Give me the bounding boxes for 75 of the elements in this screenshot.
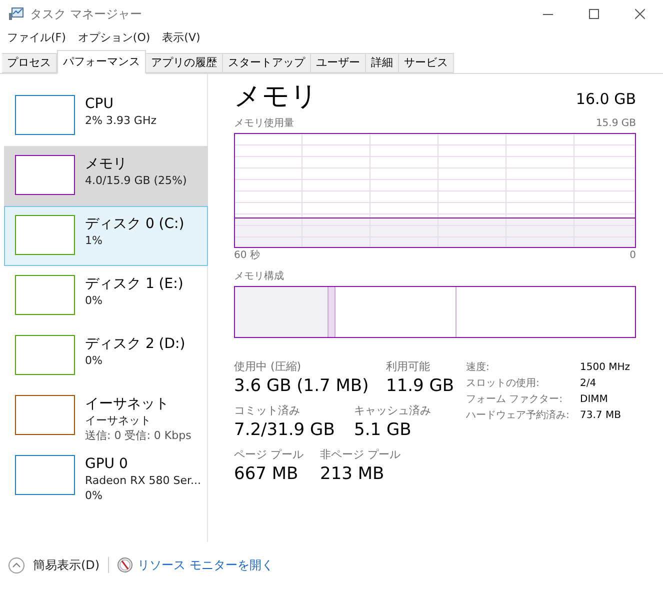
property-label: フォーム ファクター: xyxy=(466,393,564,407)
sidebar-item[interactable]: CPU 2% 3.93 GHz xyxy=(4,86,208,146)
item-title: ディスク 1 (E:) xyxy=(85,275,184,293)
stat-label: コミット済み xyxy=(234,404,301,418)
item-detail: Radeon RX 580 Ser... xyxy=(85,473,202,488)
item-title: CPU xyxy=(85,95,114,113)
item-detail: 0% xyxy=(85,293,104,308)
sidebar-item[interactable]: ディスク 1 (E:) 0% xyxy=(4,266,208,326)
sidebar-item[interactable]: イーサネット イーサネット 送信: 0 受信: 0 Kbps xyxy=(4,386,208,446)
graph-max: 15.9 GB xyxy=(596,117,636,131)
stat-label: キャッシュ済み xyxy=(354,404,431,418)
sidebar-item[interactable]: GPU 0 Radeon RX 580 Ser... 0% xyxy=(4,446,208,506)
stat-label: 使用中 (圧縮) xyxy=(234,360,302,374)
graph-label: メモリ使用量 xyxy=(234,117,294,131)
item-detail: 4.0/15.9 GB (25%) xyxy=(85,173,187,188)
property-value: 73.7 MB xyxy=(580,409,622,423)
window-title: タスク マネージャー xyxy=(30,6,142,23)
stat-value: 667 MB xyxy=(234,463,300,486)
close-icon xyxy=(635,9,645,19)
tab[interactable]: スタートアップ xyxy=(223,53,311,73)
stat-value: 11.9 GB xyxy=(386,375,454,398)
item-detail: 0% xyxy=(85,353,104,368)
tab[interactable]: プロセス xyxy=(2,53,57,73)
property-value: DIMM xyxy=(580,393,609,407)
menu-item[interactable]: オプション(O) xyxy=(72,30,156,46)
stat-value: 5.1 GB xyxy=(354,419,412,442)
stat-label: 非ページ プール xyxy=(320,448,400,462)
sidebar-item[interactable]: メモリ 4.0/15.9 GB (25%) xyxy=(4,146,208,206)
stat-value: 7.2/31.9 GB xyxy=(234,419,336,442)
thumbnail-graph xyxy=(15,155,75,195)
menu-item[interactable]: ファイル(F) xyxy=(2,30,71,46)
section-title: メモリ xyxy=(234,80,318,114)
fewer-details-button[interactable]: 簡易表示(D) xyxy=(8,556,100,574)
item-detail: 2% 3.93 GHz xyxy=(85,113,157,128)
app-icon xyxy=(8,7,24,21)
item-detail: 0% xyxy=(85,488,104,503)
tab[interactable]: パフォーマンス xyxy=(57,50,146,74)
tab[interactable]: アプリの履歴 xyxy=(146,53,223,73)
item-detail: イーサネット xyxy=(85,413,152,428)
item-title: イーサネット xyxy=(85,395,170,413)
item-title: メモリ xyxy=(85,155,128,173)
thumbnail-graph xyxy=(15,215,75,255)
property-label: 速度: xyxy=(466,360,490,375)
sidebar-item[interactable]: ディスク 2 (D:) 0% xyxy=(4,326,208,386)
resource-monitor-link[interactable]: リソース モニターを開く xyxy=(116,556,274,574)
gauge-icon xyxy=(116,557,133,573)
thumbnail-graph xyxy=(15,95,75,135)
item-title: ディスク 2 (D:) xyxy=(85,335,186,353)
tab[interactable]: サービス xyxy=(399,53,454,73)
thumbnail-graph xyxy=(15,455,75,495)
stat-label: 利用可能 xyxy=(386,360,431,374)
axis-label: 60 秒 xyxy=(234,248,260,263)
item-title: ディスク 0 (C:) xyxy=(85,215,184,233)
property-value: 1500 MHz xyxy=(580,361,630,375)
property-label: ハードウェア予約済み: xyxy=(466,408,570,423)
stat-value: 3.6 GB (1.7 MB) xyxy=(234,375,370,398)
property-value: 2/4 xyxy=(580,377,598,391)
thumbnail-graph xyxy=(15,275,75,315)
collapse-icon xyxy=(8,556,25,574)
property-label: スロットの使用: xyxy=(466,377,540,391)
tab[interactable]: ユーザー xyxy=(311,53,366,73)
total-memory: 16.0 GB xyxy=(576,88,636,110)
composition-label: メモリ構成 xyxy=(234,270,285,284)
stat-label: ページ プール xyxy=(234,448,304,462)
item-detail: 1% xyxy=(85,233,104,248)
item-title: GPU 0 xyxy=(85,455,129,473)
maximize-icon xyxy=(589,9,599,19)
tab[interactable]: 詳細 xyxy=(366,53,399,73)
axis-label: 0 xyxy=(630,249,636,263)
item-detail: 送信: 0 受信: 0 Kbps xyxy=(85,428,192,443)
sidebar-item[interactable]: ディスク 0 (C:) 1% xyxy=(4,206,208,266)
menu-item[interactable]: 表示(V) xyxy=(157,30,206,46)
stat-value: 213 MB xyxy=(320,463,386,486)
thumbnail-graph xyxy=(15,335,75,375)
thumbnail-graph xyxy=(15,395,75,435)
